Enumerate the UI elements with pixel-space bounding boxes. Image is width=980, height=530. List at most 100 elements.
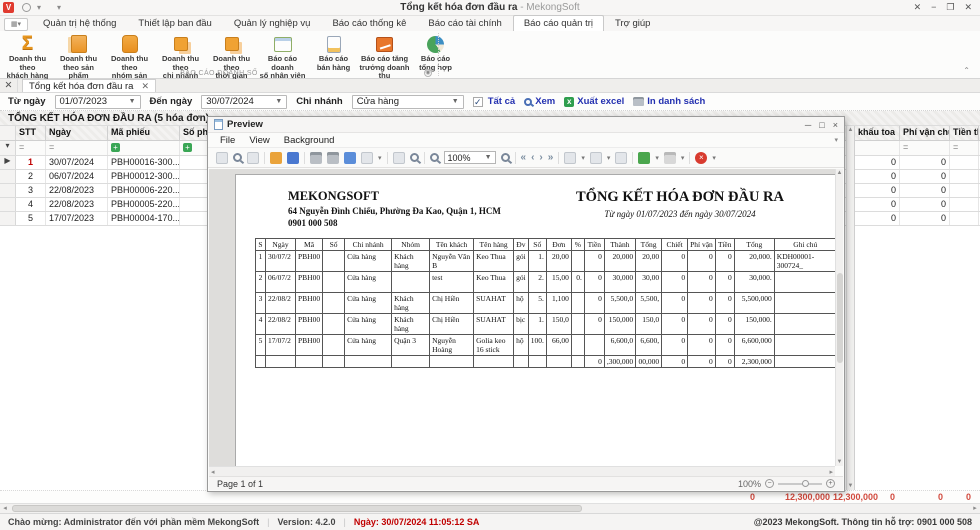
page-setup-icon[interactable] xyxy=(344,152,356,164)
group-expander-icon[interactable]: ◉ xyxy=(424,69,432,77)
close-preview-icon[interactable]: × xyxy=(695,152,707,164)
ribbon-tab[interactable]: Thiết lập ban đầu xyxy=(127,15,222,31)
filter-plus-icon[interactable]: + xyxy=(111,143,120,152)
filter-plus-icon[interactable]: + xyxy=(183,143,192,152)
ribbon-tab[interactable]: Trợ giúp xyxy=(604,15,661,31)
zoom-in-button[interactable]: + xyxy=(826,479,835,488)
find-icon[interactable] xyxy=(233,153,242,162)
magnifier-icon[interactable] xyxy=(410,153,419,162)
print-icon[interactable] xyxy=(310,152,322,164)
ribbon-tab[interactable]: Báo cáo quản trị xyxy=(513,15,604,31)
report-cell: gói xyxy=(514,251,529,272)
to-date-input[interactable]: 30/07/2024▼ xyxy=(201,95,287,109)
export-excel-button[interactable]: xXuất excel xyxy=(564,96,624,107)
ribbon-tab[interactable]: Báo cáo tài chính xyxy=(417,15,512,31)
filter-operator[interactable]: = xyxy=(49,142,54,152)
export-document-icon[interactable] xyxy=(638,152,650,164)
tab-close-icon[interactable]: ✕ xyxy=(141,81,149,92)
scale-caret-icon[interactable]: ▾ xyxy=(378,154,382,162)
prev-page-icon[interactable]: ‹ xyxy=(531,152,534,164)
preview-close-icon[interactable]: × xyxy=(833,120,838,130)
menu-overflow-icon[interactable]: ▾ xyxy=(834,136,838,144)
zoom-slider-knob[interactable] xyxy=(802,480,809,487)
scroll-left-icon[interactable]: ◂ xyxy=(211,468,215,476)
scroll-right-icon[interactable]: ▸ xyxy=(970,505,980,513)
multiple-pages-icon[interactable] xyxy=(564,152,576,164)
zoom-out-button[interactable]: − xyxy=(765,479,774,488)
restore-icon[interactable]: ❐ xyxy=(946,2,954,13)
grid-vertical-scrollbar[interactable]: ▲▼ xyxy=(846,126,854,490)
close-all-tabs-icon[interactable]: ✕ xyxy=(0,79,18,92)
app-menu-button[interactable]: ▦▾ xyxy=(4,18,28,31)
filter-operator[interactable]: = xyxy=(19,142,24,152)
report-cell: 6,600, xyxy=(636,335,662,356)
report-header-cell: Số xyxy=(528,239,546,251)
quick-access-caret-icon[interactable]: ▾ xyxy=(37,3,41,12)
scrollbar-thumb[interactable] xyxy=(12,505,582,512)
view-button[interactable]: Xem xyxy=(524,96,555,107)
chevron-down-icon[interactable]: ▼ xyxy=(485,154,492,161)
all-checkbox[interactable]: ✓Tất cả xyxy=(473,96,515,107)
menu-background[interactable]: Background xyxy=(284,135,335,146)
table-row[interactable]: 00 xyxy=(855,156,980,170)
grid-horizontal-scrollbar[interactable]: ◂ ▸ xyxy=(0,503,980,513)
filter-operator[interactable]: = xyxy=(903,142,908,152)
table-row[interactable]: 00 xyxy=(855,212,980,226)
scroll-right-icon[interactable]: ▸ xyxy=(829,468,833,476)
grid-cell: 0 xyxy=(855,212,900,225)
table-row[interactable]: 00 xyxy=(855,184,980,198)
preview-restore-icon[interactable]: □ xyxy=(819,120,824,130)
next-page-icon[interactable]: › xyxy=(539,152,542,164)
preview-vertical-scrollbar[interactable]: ▲▼ xyxy=(835,169,843,466)
scroll-left-icon[interactable]: ◂ xyxy=(0,505,10,513)
zoom-select[interactable]: 100%▼ xyxy=(444,151,496,164)
minimize-icon[interactable]: − xyxy=(931,2,936,13)
chevron-down-icon[interactable]: ▼ xyxy=(269,98,282,105)
grid-filter-row[interactable]: == xyxy=(855,141,980,156)
open-icon[interactable] xyxy=(270,152,282,164)
preview-horizontal-scrollbar[interactable]: ◂▸ xyxy=(209,466,835,476)
quick-access-icon[interactable] xyxy=(22,3,31,12)
ribbon-tab[interactable]: Quản trị hệ thống xyxy=(32,15,127,31)
send-email-icon[interactable] xyxy=(664,152,676,164)
page-color-icon[interactable] xyxy=(590,152,602,164)
zoom-in-icon[interactable] xyxy=(501,153,510,162)
scale-icon[interactable] xyxy=(361,152,373,164)
report-header-cell: Tiền xyxy=(715,239,734,251)
zoom-slider[interactable] xyxy=(778,483,822,485)
table-row[interactable]: 00 xyxy=(855,198,980,212)
thumbnails-icon[interactable] xyxy=(247,152,259,164)
menu-view[interactable]: View xyxy=(249,135,269,146)
print-list-button[interactable]: In danh sách xyxy=(633,96,705,107)
document-map-icon[interactable] xyxy=(216,152,228,164)
first-page-icon[interactable]: « xyxy=(521,152,527,164)
branch-select[interactable]: Cửa hàng▼ xyxy=(352,95,464,109)
ribbon-collapse-icon[interactable]: ⌃ xyxy=(963,66,970,75)
close-icon[interactable]: ✕ xyxy=(964,2,972,13)
quick-access-overflow-icon[interactable]: ▾ xyxy=(57,3,61,12)
report-header-cell: Ghi chú xyxy=(774,239,835,251)
close-document-icon[interactable]: ✕ xyxy=(914,2,922,13)
preview-title-bar[interactable]: Preview ─ □ × xyxy=(208,117,844,133)
ribbon-tab[interactable]: Báo cáo thống kê xyxy=(321,15,417,31)
chevron-down-icon[interactable]: ▼ xyxy=(446,98,459,105)
last-page-icon[interactable]: » xyxy=(548,152,554,164)
watermark-icon[interactable] xyxy=(615,152,627,164)
grid-cell xyxy=(950,184,979,197)
from-date-input[interactable]: 01/07/2023▼ xyxy=(55,95,141,109)
preview-minimize-icon[interactable]: ─ xyxy=(805,120,811,130)
quick-print-icon[interactable] xyxy=(327,152,339,164)
document-tab[interactable]: Tổng kết hóa đơn đầu ra ✕ xyxy=(22,79,156,92)
report-cell: 0. xyxy=(571,272,584,293)
toolbar-overflow-icon[interactable]: ▾ xyxy=(712,154,716,162)
save-icon[interactable] xyxy=(287,152,299,164)
filter-operator[interactable]: = xyxy=(953,142,958,152)
menu-file[interactable]: File xyxy=(220,135,235,146)
hand-tool-icon[interactable] xyxy=(393,152,405,164)
chevron-down-icon[interactable]: ▼ xyxy=(123,98,136,105)
report-cell: Golia keo 16 stick xyxy=(474,335,514,356)
table-row[interactable]: 00 xyxy=(855,170,980,184)
zoom-out-icon[interactable] xyxy=(430,153,439,162)
ribbon-tab[interactable]: Quản lý nghiệp vụ xyxy=(223,15,322,31)
branch-label: Chi nhánh xyxy=(296,96,342,107)
